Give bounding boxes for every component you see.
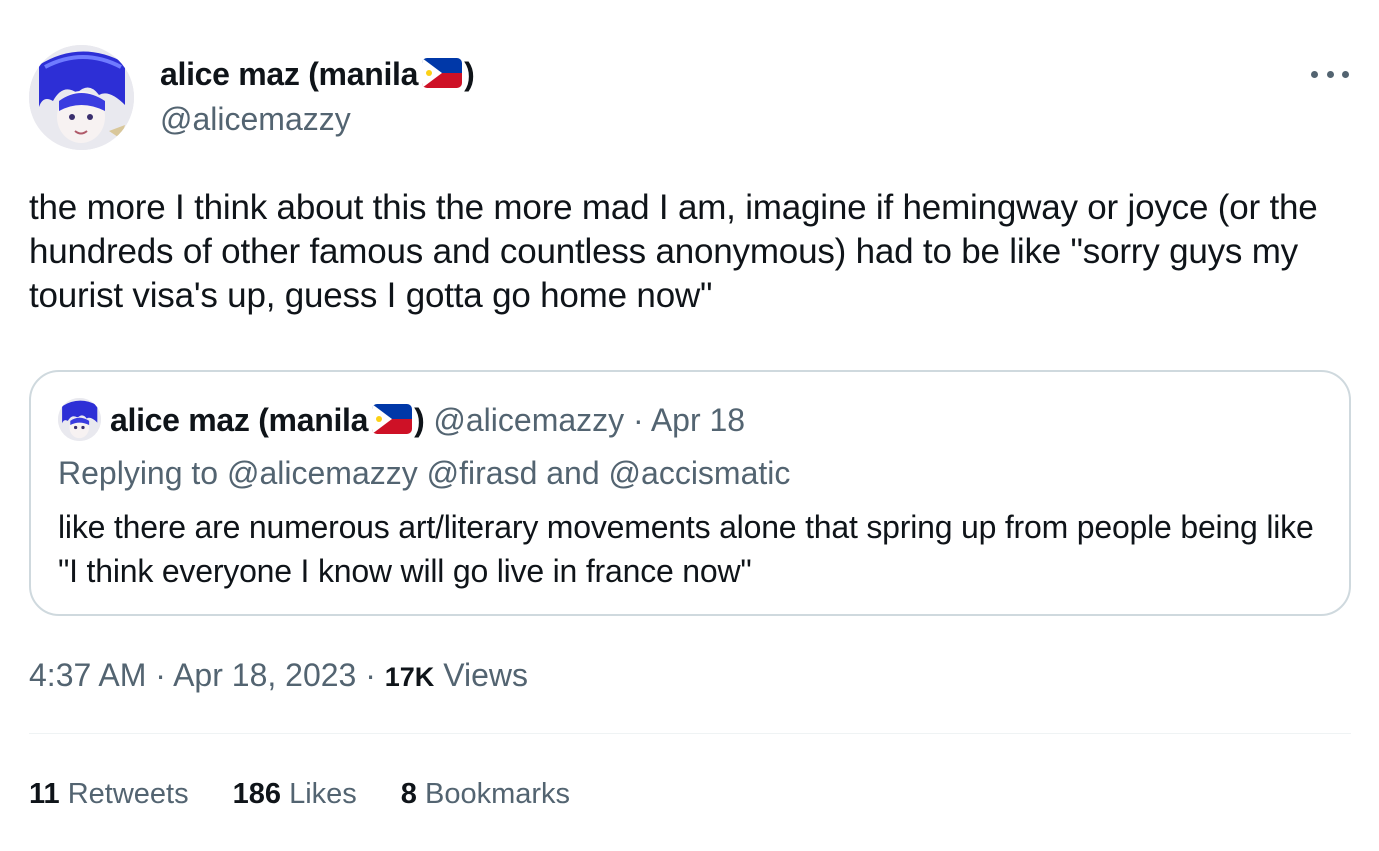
more-dots-icon[interactable] (1311, 63, 1349, 85)
tweet-date[interactable]: Apr 18, 2023 (173, 657, 356, 693)
retweets-count: 11 (29, 778, 60, 810)
retweets-label: Retweets (59, 778, 189, 810)
likes-label: Likes (281, 778, 357, 810)
meta-separator: · (356, 657, 385, 693)
quoted-reply-context: Replying to @alicemazzy @firasd and @acc… (58, 453, 790, 493)
bookmarks-count: 8 (400, 778, 417, 810)
quoted-author-avatar[interactable] (58, 398, 101, 441)
tweet-detail: alice maz (manila ) @alicemazzy the more… (0, 0, 1379, 851)
philippines-flag-icon (422, 58, 463, 95)
engagement-stats: 11 Retweets 186 Likes 8 Bookmarks (29, 775, 570, 813)
likes-count: 186 (232, 778, 282, 810)
bookmarks-stat[interactable]: 8 Bookmarks (401, 775, 570, 813)
quoted-tweet-text: like there are numerous art/literary mov… (58, 509, 1314, 589)
views-count: 17K (384, 662, 435, 692)
tweet-text: the more I think about this the more mad… (29, 188, 1318, 315)
quoted-tweet-header: alice maz (manila ) @alicemazzy · Apr 18 (110, 400, 745, 443)
likes-stat[interactable]: 186 Likes (233, 775, 357, 813)
author-name-text: alice maz (manila (160, 56, 419, 92)
quoted-separator: · (624, 402, 651, 438)
author-avatar[interactable] (29, 45, 134, 150)
views-label: Views (434, 657, 528, 693)
author-display-name[interactable]: alice maz (manila ) (160, 56, 475, 95)
meta-separator: · (146, 657, 174, 693)
retweets-stat[interactable]: 11 Retweets (29, 775, 189, 813)
quoted-author-name-close: ) (414, 402, 425, 438)
reply-targets: @alicemazzy @firasd and @accismatic (226, 455, 791, 491)
quoted-author-handle: @alicemazzy (433, 402, 625, 438)
philippines-flag-icon (372, 403, 413, 443)
tweet-meta: 4:37 AM · Apr 18, 2023 · 17K Views (29, 655, 528, 697)
bookmarks-label: Bookmarks (416, 778, 571, 810)
quoted-tweet[interactable]: alice maz (manila ) @alicemazzy · Apr 18… (29, 370, 1351, 616)
tweet-time[interactable]: 4:37 AM (29, 657, 146, 693)
author-name-close: ) (464, 56, 475, 92)
quoted-author-name: alice maz (manila (110, 402, 369, 438)
author-handle[interactable]: @alicemazzy (160, 101, 351, 137)
divider (29, 733, 1351, 734)
quoted-date[interactable]: Apr 18 (651, 402, 745, 438)
reply-prefix: Replying to (58, 455, 227, 491)
